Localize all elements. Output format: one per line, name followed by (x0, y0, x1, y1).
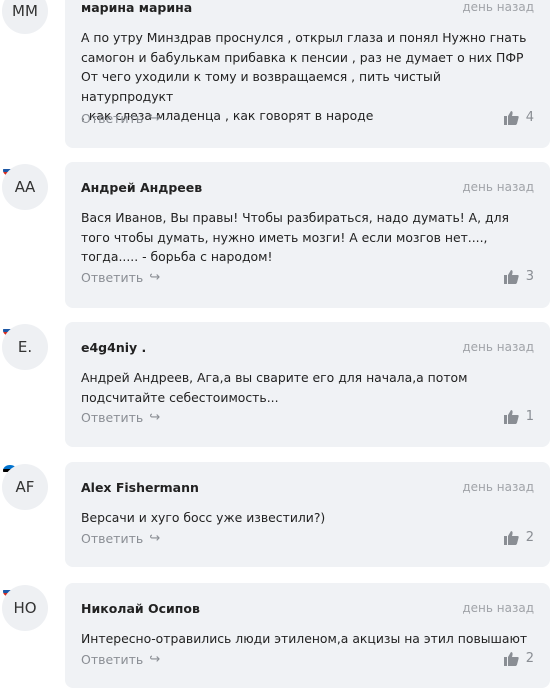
comment-bubble: Николай Осипов день назад Интересно-отра… (65, 583, 550, 688)
avatar[interactable]: E. (2, 324, 48, 370)
reply-button[interactable]: Ответить ↪ (81, 270, 160, 285)
reply-button[interactable]: Ответить ↪ (81, 652, 160, 667)
thumbs-up-icon (503, 409, 519, 424)
reply-button[interactable]: Ответить ↪ (81, 531, 160, 546)
comment-item: НО Николай Осипов день назад Интересно-о… (0, 583, 559, 688)
comment-author[interactable]: Андрей Андреев (81, 180, 202, 195)
like-button[interactable]: 3 (503, 269, 534, 284)
avatar[interactable]: ММ (2, 0, 48, 34)
comment-item: АА Андрей Андреев день назад Вася Иванов… (0, 162, 559, 308)
comment-bubble: e4g4niy . день назад Андрей Андреев, Ага… (65, 322, 550, 447)
comment-author[interactable]: Alex Fishermann (81, 480, 199, 495)
like-count: 4 (525, 110, 534, 125)
avatar[interactable]: AF (2, 464, 48, 510)
like-count: 2 (525, 651, 534, 666)
avatar[interactable]: АА (2, 164, 48, 210)
comment-item: E. e4g4niy . день назад Андрей Андреев, … (0, 322, 559, 447)
reply-button[interactable]: Ответить ↪ (81, 111, 160, 126)
reply-label: Ответить (81, 531, 144, 546)
reply-arrow-icon: ↪ (149, 270, 161, 285)
like-count: 1 (525, 409, 534, 424)
comment-text: Вася Иванов, Вы правы! Чтобы разбираться… (81, 210, 509, 265)
like-button[interactable]: 4 (503, 110, 534, 125)
comment-item: ММ марина марина день назад А по утру Ми… (0, 0, 559, 148)
reply-label: Ответить (81, 652, 144, 667)
like-count: 3 (525, 269, 534, 284)
thumbs-up-icon (503, 530, 519, 545)
reply-arrow-icon: ↪ (149, 111, 161, 126)
comment-bubble: Alex Fishermann день назад Версачи и хуг… (65, 462, 550, 567)
comment-author[interactable]: Николай Осипов (81, 601, 200, 616)
like-count: 2 (525, 530, 534, 545)
like-button[interactable]: 1 (503, 409, 534, 424)
avatar[interactable]: НО (2, 585, 48, 631)
comment-time[interactable]: день назад (462, 480, 534, 494)
reply-label: Ответить (81, 270, 144, 285)
comment-text: Версачи и хуго босс уже известили?) (81, 510, 326, 525)
comment-text: Интересно-отравились люди этиленом,а акц… (81, 631, 528, 646)
comment-item: AF Alex Fishermann день назад Версачи и … (0, 462, 559, 567)
comment-time[interactable]: день назад (462, 180, 534, 194)
comment-bubble: Андрей Андреев день назад Вася Иванов, В… (65, 162, 550, 308)
reply-arrow-icon: ↪ (149, 652, 161, 667)
comment-text: Андрей Андреев, Ага,а вы сварите его для… (81, 370, 468, 405)
reply-arrow-icon: ↪ (149, 410, 161, 425)
thumbs-up-icon (503, 110, 519, 125)
reply-label: Ответить (81, 111, 144, 126)
comment-time[interactable]: день назад (462, 0, 534, 14)
reply-label: Ответить (81, 410, 144, 425)
like-button[interactable]: 2 (503, 651, 534, 666)
comment-time[interactable]: день назад (462, 601, 534, 615)
comment-time[interactable]: день назад (462, 340, 534, 354)
thumbs-up-icon (503, 269, 519, 284)
comment-bubble: марина марина день назад А по утру Минзд… (65, 0, 550, 148)
reply-arrow-icon: ↪ (149, 531, 161, 546)
reply-button[interactable]: Ответить ↪ (81, 410, 160, 425)
comment-author[interactable]: марина марина (81, 0, 192, 15)
comment-author[interactable]: e4g4niy . (81, 340, 146, 355)
thumbs-up-icon (503, 651, 519, 666)
like-button[interactable]: 2 (503, 530, 534, 545)
